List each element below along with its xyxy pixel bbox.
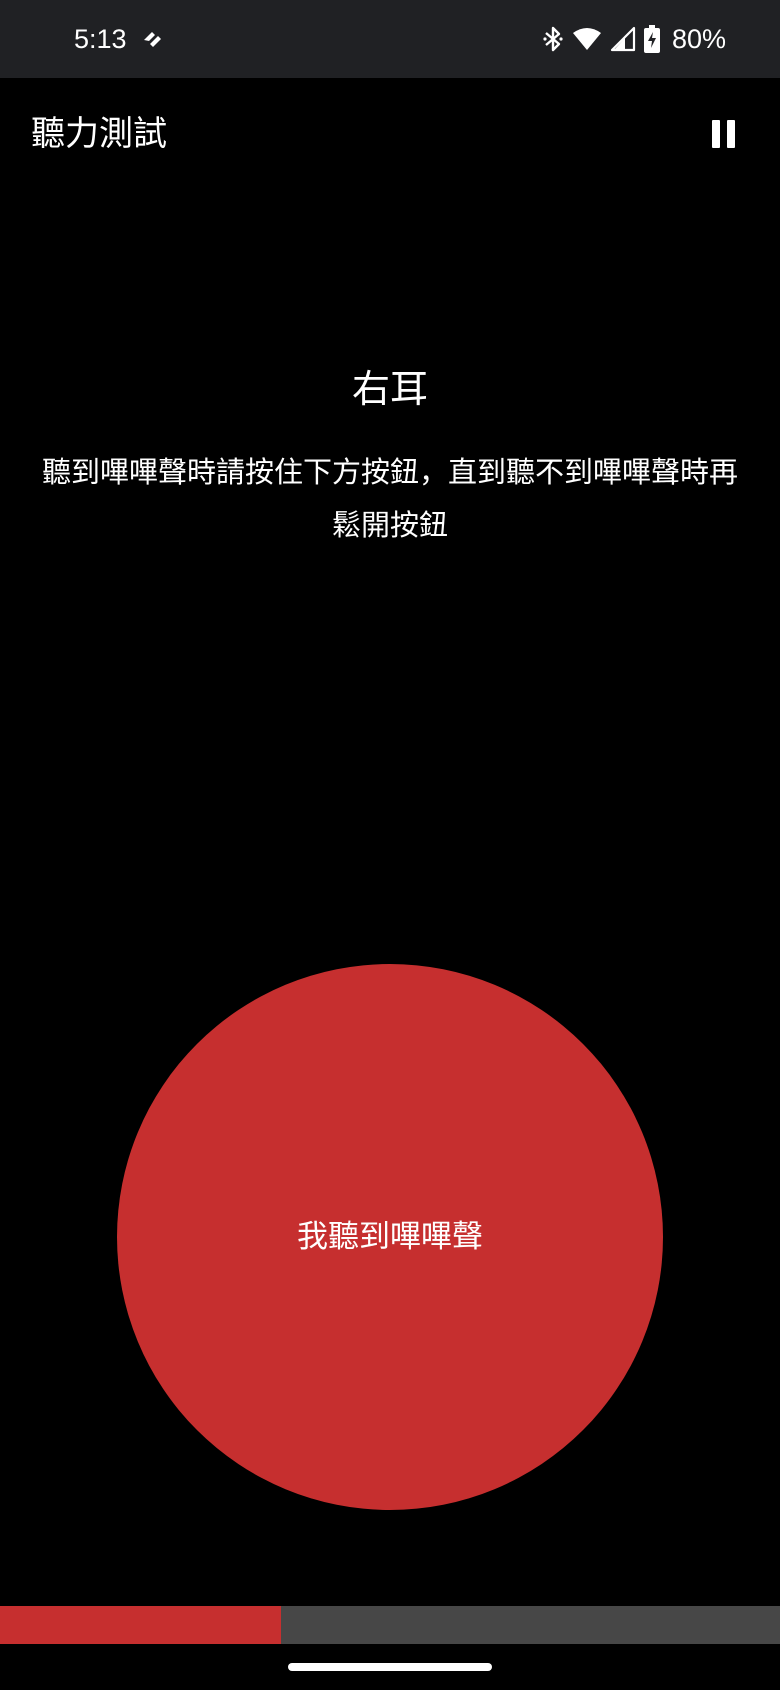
app-notification-icon [140,26,166,52]
hearing-test-screen: 5:13 80% 聽力測試 右耳 聽到嗶嗶聲時請按住下方按鈕，直到聽不到嗶嗶聲時… [0,0,780,1690]
test-progress-bar [0,1606,780,1644]
status-time: 5:13 [74,24,127,54]
pause-icon [712,120,735,148]
i-hear-beep-button[interactable]: 我聽到嗶嗶聲 [117,964,663,1510]
cell-signal-icon [610,26,636,52]
status-icons: 80% [542,20,726,58]
bluetooth-icon [542,25,564,53]
progress-fill [0,1606,281,1644]
app-title: 聽力測試 [31,114,167,154]
wifi-icon [572,26,602,52]
ear-label: 右耳 [351,367,428,411]
gesture-navigation-bar[interactable] [288,1663,492,1671]
battery-charging-icon [643,25,660,53]
instruction-text: 聽到嗶嗶聲時請按住下方按鈕，直到聽不到嗶嗶聲時再鬆開按鈕 [41,455,738,542]
pause-button[interactable] [698,108,750,160]
battery-percentage: 80% [671,24,726,54]
beep-button-label: 我聽到嗶嗶聲 [297,1219,483,1255]
status-bar: 5:13 80% [0,0,780,78]
